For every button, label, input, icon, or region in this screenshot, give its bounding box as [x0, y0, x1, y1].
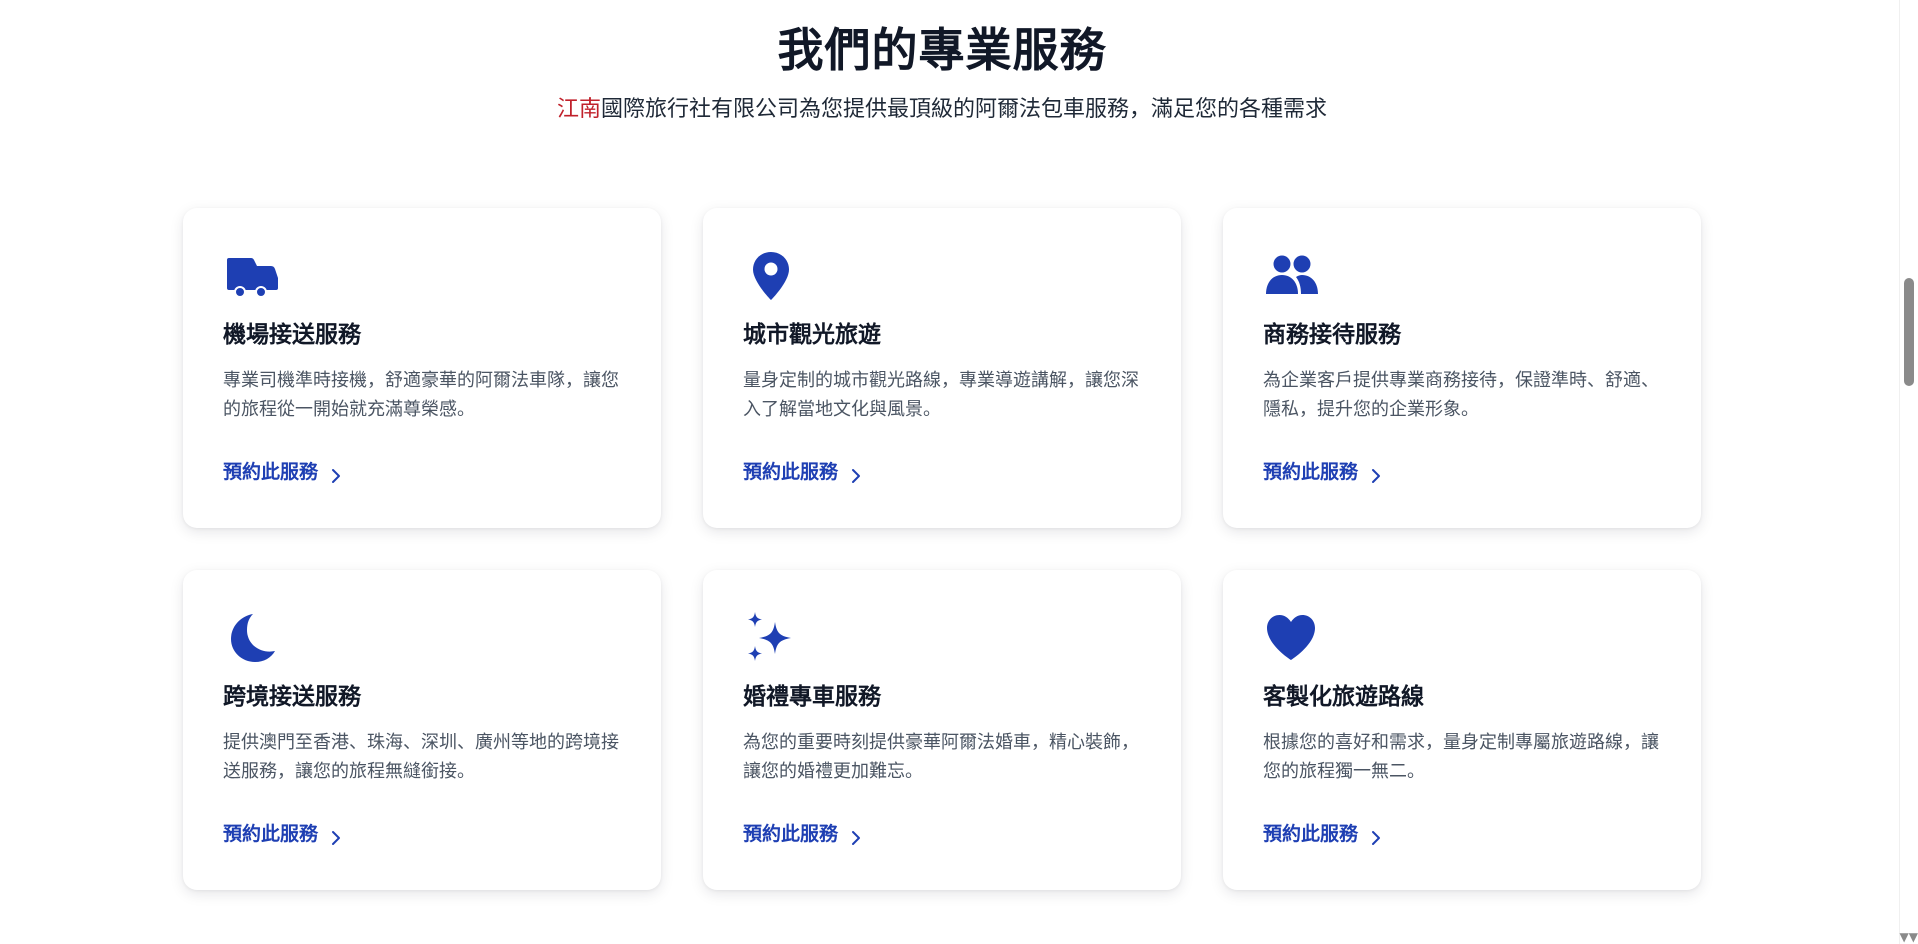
- book-service-label: 預約此服務: [743, 823, 839, 845]
- scroll-down-arrows-icon[interactable]: ▼▼: [1888, 930, 1918, 944]
- book-service-link[interactable]: 預約此服務: [223, 820, 344, 848]
- page: 我們的專業服務 江南國際旅行社有限公司為您提供最頂級的阿爾法包車服務，滿足您的各…: [0, 0, 1918, 944]
- service-card-custom-route: 客製化旅遊路線 根據您的喜好和需求，量身定制專屬旅遊路線，讓您的旅程獨一無二。 …: [1223, 570, 1701, 890]
- service-card-business: 商務接待服務 為企業客戶提供專業商務接待，保證準時、舒適、隱私，提升您的企業形象…: [1223, 208, 1701, 528]
- service-description: 量身定制的城市觀光路線，專業導遊講解，讓您深入了解當地文化與風景。: [743, 370, 1139, 420]
- truck-icon: [223, 248, 283, 304]
- service-description: 為您的重要時刻提供豪華阿爾法婚車，精心裝飾，讓您的婚禮更加難忘。: [743, 732, 1139, 782]
- service-title: 婚禮專車服務: [743, 684, 881, 710]
- chevron-right-icon: [848, 826, 864, 845]
- service-card-cross-border: 跨境接送服務 提供澳門至香港、珠海、深圳、廣州等地的跨境接送服務，讓您的旅程無縫…: [183, 570, 661, 890]
- service-description: 專業司機準時接機，舒適豪華的阿爾法車隊，讓您的旅程從一開始就充滿尊榮感。: [223, 370, 619, 420]
- book-service-link[interactable]: 預約此服務: [743, 820, 864, 848]
- book-service-label: 預約此服務: [1263, 823, 1359, 845]
- services-section: 我們的專業服務 江南國際旅行社有限公司為您提供最頂級的阿爾法包車服務，滿足您的各…: [0, 0, 1900, 944]
- chevron-right-icon: [1368, 826, 1384, 845]
- map-pin-icon: [743, 248, 803, 304]
- subtitle-brand: 江南: [556, 97, 601, 122]
- users-icon: [1263, 248, 1323, 304]
- book-service-link[interactable]: 預約此服務: [743, 458, 864, 486]
- service-card-airport: 機場接送服務 專業司機準時接機，舒適豪華的阿爾法車隊，讓您的旅程從一開始就充滿尊…: [183, 208, 661, 528]
- service-description: 提供澳門至香港、珠海、深圳、廣州等地的跨境接送服務，讓您的旅程無縫銜接。: [223, 732, 619, 782]
- service-title: 商務接待服務: [1263, 322, 1401, 348]
- chevron-right-icon: [328, 826, 344, 845]
- sparkles-icon: [743, 610, 803, 666]
- service-title: 機場接送服務: [223, 322, 361, 348]
- section-title: 我們的專業服務: [777, 23, 1107, 77]
- vertical-scrollbar[interactable]: [1899, 0, 1918, 944]
- book-service-label: 預約此服務: [223, 823, 319, 845]
- service-title: 城市觀光旅遊: [743, 322, 881, 348]
- scrollbar-thumb[interactable]: [1904, 278, 1914, 386]
- book-service-link[interactable]: 預約此服務: [1263, 458, 1384, 486]
- moon-icon: [223, 610, 283, 666]
- book-service-label: 預約此服務: [1263, 461, 1359, 483]
- chevron-right-icon: [848, 464, 864, 483]
- service-card-wedding: 婚禮專車服務 為您的重要時刻提供豪華阿爾法婚車，精心裝飾，讓您的婚禮更加難忘。 …: [703, 570, 1181, 890]
- heart-icon: [1263, 610, 1323, 666]
- chevron-right-icon: [328, 464, 344, 483]
- service-description: 根據您的喜好和需求，量身定制專屬旅遊路線，讓您的旅程獨一無二。: [1263, 732, 1659, 782]
- section-subtitle: 江南國際旅行社有限公司為您提供最頂級的阿爾法包車服務，滿足您的各種需求: [0, 94, 1884, 126]
- service-title: 客製化旅遊路線: [1263, 684, 1424, 710]
- book-service-label: 預約此服務: [223, 461, 319, 483]
- subtitle-text: 國際旅行社有限公司為您提供最頂級的阿爾法包車服務，滿足您的各種需求: [601, 97, 1328, 122]
- book-service-link[interactable]: 預約此服務: [1263, 820, 1384, 848]
- service-title: 跨境接送服務: [223, 684, 361, 710]
- services-grid: 機場接送服務 專業司機準時接機，舒適豪華的阿爾法車隊，讓您的旅程從一開始就充滿尊…: [183, 208, 1701, 890]
- service-description: 為企業客戶提供專業商務接待，保證準時、舒適、隱私，提升您的企業形象。: [1263, 370, 1659, 420]
- book-service-label: 預約此服務: [743, 461, 839, 483]
- service-card-city-tour: 城市觀光旅遊 量身定制的城市觀光路線，專業導遊講解，讓您深入了解當地文化與風景。…: [703, 208, 1181, 528]
- book-service-link[interactable]: 預約此服務: [223, 458, 344, 486]
- chevron-right-icon: [1368, 464, 1384, 483]
